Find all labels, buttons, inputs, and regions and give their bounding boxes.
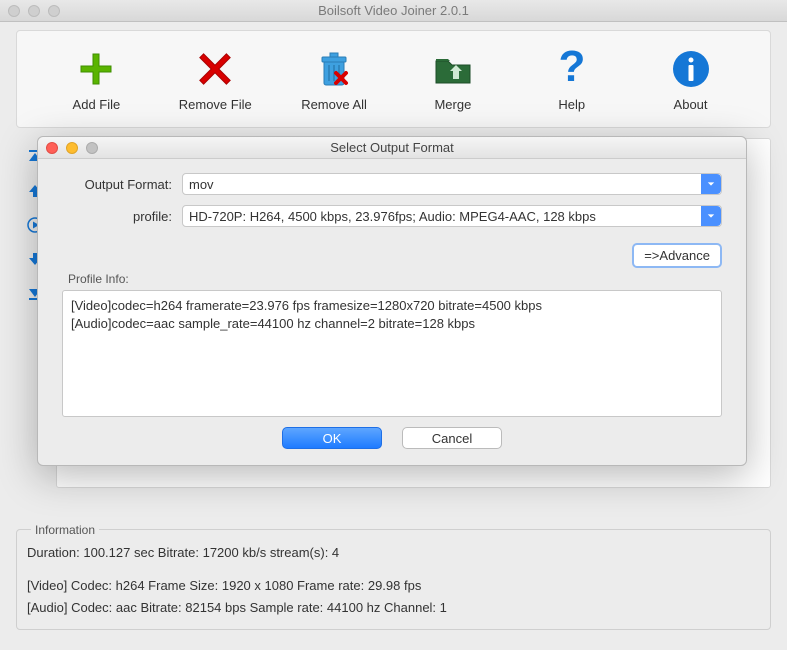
info-duration-line: Duration: 100.127 sec Bitrate: 17200 kb/… — [27, 543, 760, 563]
minimize-icon[interactable] — [66, 142, 78, 154]
about-label: About — [674, 97, 708, 112]
profile-select[interactable]: HD-720P: H264, 4500 kbps, 23.976fps; Aud… — [182, 205, 722, 227]
ok-button[interactable]: OK — [282, 427, 382, 449]
close-icon[interactable] — [8, 5, 20, 17]
merge-button[interactable]: Merge — [408, 47, 498, 112]
advance-button[interactable]: =>Advance — [632, 243, 722, 268]
dialog-titlebar: Select Output Format — [38, 137, 746, 159]
remove-all-button[interactable]: Remove All — [289, 47, 379, 112]
help-button[interactable]: ? Help — [527, 47, 617, 112]
dialog-title: Select Output Format — [38, 140, 746, 155]
close-icon[interactable] — [46, 142, 58, 154]
output-format-select[interactable]: mov — [182, 173, 722, 195]
folder-icon — [431, 47, 475, 91]
main-toolbar: Add File Remove File Remove All — [16, 30, 771, 128]
select-output-format-dialog: Select Output Format Output Format: mov … — [37, 136, 747, 466]
info-icon — [669, 47, 713, 91]
remove-all-label: Remove All — [301, 97, 367, 112]
app-title: Boilsoft Video Joiner 2.0.1 — [8, 3, 779, 18]
question-icon: ? — [550, 47, 594, 91]
information-legend: Information — [31, 523, 99, 537]
about-button[interactable]: About — [646, 47, 736, 112]
x-icon — [193, 47, 237, 91]
profile-info-textarea[interactable]: [Video]codec=h264 framerate=23.976 fps f… — [62, 290, 722, 417]
zoom-icon[interactable] — [48, 5, 60, 17]
profile-label: profile: — [62, 209, 182, 224]
zoom-icon — [86, 142, 98, 154]
add-file-label: Add File — [73, 97, 121, 112]
info-audio-line: [Audio] Codec: aac Bitrate: 82154 bps Sa… — [27, 598, 760, 618]
information-panel: Information Duration: 100.127 sec Bitrat… — [16, 529, 771, 631]
main-titlebar: Boilsoft Video Joiner 2.0.1 — [0, 0, 787, 22]
chevron-down-icon — [701, 174, 721, 194]
merge-label: Merge — [434, 97, 471, 112]
cancel-button[interactable]: Cancel — [402, 427, 502, 449]
traffic-lights-main — [8, 5, 60, 17]
profile-info-label: Profile Info: — [68, 272, 722, 286]
add-file-button[interactable]: Add File — [51, 47, 141, 112]
profile-value: HD-720P: H264, 4500 kbps, 23.976fps; Aud… — [189, 209, 596, 224]
remove-file-label: Remove File — [179, 97, 252, 112]
trash-icon — [312, 47, 356, 91]
svg-text:?: ? — [558, 47, 585, 91]
minimize-icon[interactable] — [28, 5, 40, 17]
remove-file-button[interactable]: Remove File — [170, 47, 260, 112]
output-format-value: mov — [189, 177, 214, 192]
output-format-label: Output Format: — [62, 177, 182, 192]
help-label: Help — [558, 97, 585, 112]
chevron-down-icon — [701, 206, 721, 226]
info-video-line: [Video] Codec: h264 Frame Size: 1920 x 1… — [27, 576, 760, 596]
plus-icon — [74, 47, 118, 91]
